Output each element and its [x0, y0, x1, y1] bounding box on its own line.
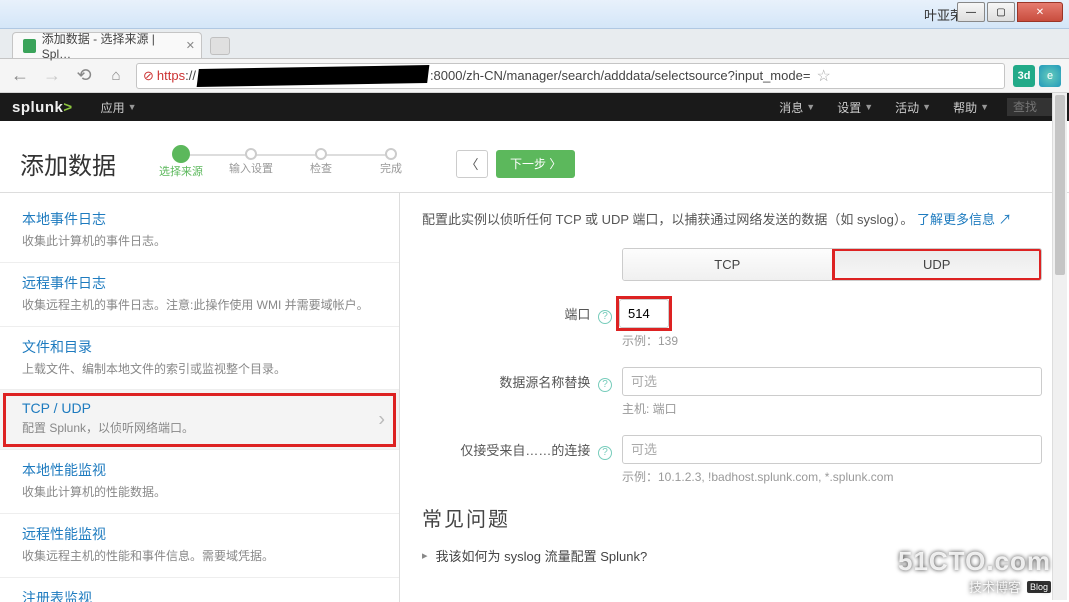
help-icon[interactable]: ? — [598, 446, 612, 460]
splunk-top-bar: splunk> 应用▼ 消息▼ 设置▼ 活动▼ 帮助▼ — [0, 93, 1069, 121]
accept-from-input[interactable] — [622, 435, 1042, 464]
protocol-tabs: TCP UDP — [622, 248, 1042, 281]
window-minimize-button[interactable]: — — [957, 2, 985, 22]
source-list: 本地事件日志收集此计算机的事件日志。 远程事件日志收集远程主机的事件日志。注意:… — [0, 193, 400, 602]
intro-text: 配置此实例以侦听任何 TCP 或 UDP 端口，以捕获通过网络发送的数据（如 s… — [422, 209, 1047, 228]
extension-icon-1[interactable]: 3d — [1013, 65, 1035, 87]
form-pane: 配置此实例以侦听任何 TCP 或 UDP 端口，以捕获通过网络发送的数据（如 s… — [400, 193, 1069, 602]
source-local-event-log[interactable]: 本地事件日志收集此计算机的事件日志。 — [0, 199, 399, 263]
address-bar[interactable]: ⊘ https:// :8000/zh-CN/manager/search/ad… — [136, 63, 1005, 89]
step-done: 完成 — [356, 148, 426, 176]
url-scheme: https — [157, 68, 185, 83]
reload-button[interactable]: ⟲ — [72, 64, 96, 88]
url-host-redacted — [197, 64, 430, 86]
port-hint: 示例：139 — [622, 332, 1047, 349]
port-input[interactable] — [619, 299, 669, 328]
help-menu[interactable]: 帮助▼ — [949, 99, 993, 116]
page-title: 添加数据 — [20, 146, 116, 181]
browser-tab-strip: 添加数据 - 选择来源 | Spl… ✕ — [0, 29, 1069, 59]
chevron-right-icon: ▸ — [422, 549, 428, 562]
activity-menu[interactable]: 活动▼ — [891, 99, 935, 116]
tab-tcp[interactable]: TCP — [623, 249, 833, 280]
forward-button[interactable]: → — [40, 64, 64, 88]
step-select-source[interactable]: 选择来源 — [146, 148, 216, 179]
back-button[interactable]: ← — [8, 64, 32, 88]
next-button[interactable]: 下一步 〉 — [496, 150, 575, 178]
tab-favicon — [23, 39, 36, 53]
window-close-button[interactable]: ✕ — [1017, 2, 1063, 22]
source-name-input[interactable] — [622, 367, 1042, 396]
extension-icon-2[interactable]: e — [1039, 65, 1061, 87]
source-tcp-udp[interactable]: TCP / UDP配置 Splunk，以侦听网络端口。 › — [0, 390, 399, 450]
apps-menu[interactable]: 应用▼ — [97, 99, 141, 116]
browser-toolbar: ← → ⟲ ⌂ ⊘ https:// :8000/zh-CN/manager/s… — [0, 59, 1069, 93]
messages-menu[interactable]: 消息▼ — [775, 99, 819, 116]
chevron-right-icon: › — [378, 408, 385, 431]
wizard-steps: 选择来源 输入设置 检查 完成 — [146, 148, 426, 179]
source-registry[interactable]: 注册表监视让 Splunk 编制本地 Windows 注册表的索引，并监视其变化… — [0, 578, 399, 602]
scrollbar-thumb[interactable] — [1055, 95, 1065, 275]
faq-item[interactable]: ▸ 我该如何为 syslog 流量配置 Splunk? — [422, 542, 1047, 569]
step-review: 检查 — [286, 148, 356, 176]
home-button[interactable]: ⌂ — [104, 64, 128, 88]
tab-udp[interactable]: UDP — [833, 249, 1042, 280]
learn-more-link[interactable]: 了解更多信息 ↗ — [917, 212, 1012, 227]
scrollbar[interactable] — [1052, 93, 1067, 600]
wizard-header: 添加数据 选择来源 输入设置 检查 完成 〈 下一步 〉 — [0, 121, 1069, 193]
step-input-settings: 输入设置 — [216, 148, 286, 176]
source-files-dirs[interactable]: 文件和目录上载文件、编制本地文件的索引或监视整个目录。 — [0, 327, 399, 391]
prev-button[interactable]: 〈 — [456, 150, 488, 178]
accept-hint: 示例：10.1.2.3, !badhost.splunk.com, *.splu… — [622, 468, 1047, 485]
tab-close-icon[interactable]: ✕ — [186, 39, 195, 52]
help-icon[interactable]: ? — [598, 310, 612, 324]
browser-tab[interactable]: 添加数据 - 选择来源 | Spl… ✕ — [12, 32, 202, 58]
lock-crossed-icon: ⊘ — [143, 68, 154, 84]
source-remote-event-log[interactable]: 远程事件日志收集远程主机的事件日志。注意:此操作使用 WMI 并需要域帐户。 — [0, 263, 399, 327]
url-path: :8000/zh-CN/manager/search/adddata/selec… — [430, 68, 811, 83]
bookmark-star-icon[interactable]: ☆ — [810, 66, 830, 86]
window-titlebar: 叶亚荣 — ▢ ✕ — [0, 0, 1069, 29]
new-tab-button[interactable] — [210, 37, 230, 55]
accept-from-label: 仅接受来自……的连接 ? — [422, 435, 622, 460]
source-name-label: 数据源名称替换 ? — [422, 367, 622, 392]
port-label: 端口 ? — [422, 299, 622, 324]
source-remote-perf[interactable]: 远程性能监视收集远程主机的性能和事件信息。需要域凭据。 — [0, 514, 399, 578]
splunk-logo[interactable]: splunk> — [12, 99, 73, 116]
window-maximize-button[interactable]: ▢ — [987, 2, 1015, 22]
settings-menu[interactable]: 设置▼ — [833, 99, 877, 116]
main-content: 本地事件日志收集此计算机的事件日志。 远程事件日志收集远程主机的事件日志。注意:… — [0, 193, 1069, 602]
source-local-perf[interactable]: 本地性能监视收集此计算机的性能数据。 — [0, 450, 399, 514]
help-icon[interactable]: ? — [598, 378, 612, 392]
faq-heading: 常见问题 — [422, 503, 1047, 532]
source-hint: 主机: 端口 — [622, 400, 1047, 417]
tab-title: 添加数据 - 选择来源 | Spl… — [42, 30, 175, 61]
top-search-input[interactable] — [1007, 98, 1057, 116]
